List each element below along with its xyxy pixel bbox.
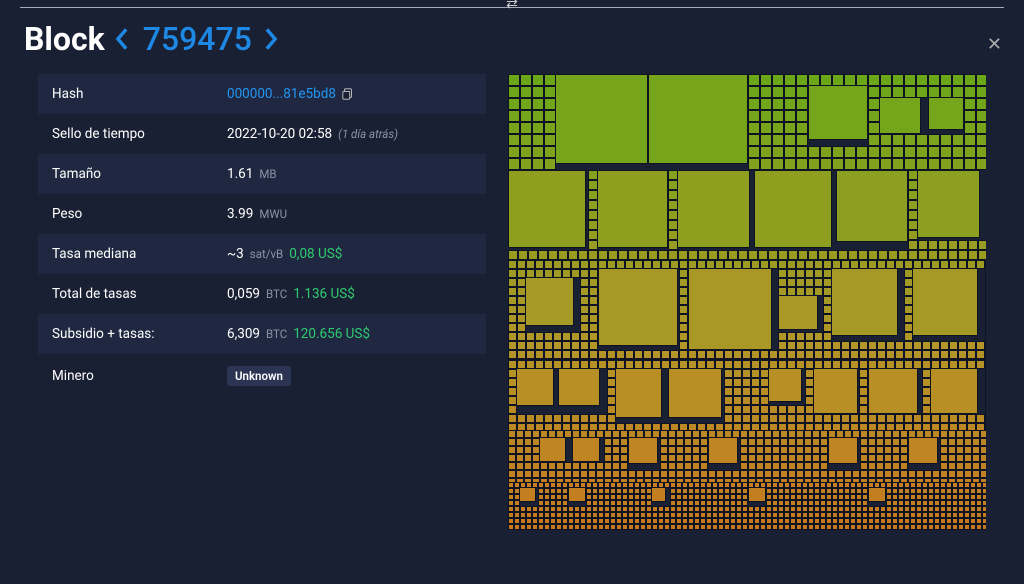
label-miner: Minero bbox=[52, 368, 227, 384]
row-total-fees: Total de tasas 0,059 BTC 1.136 US$ bbox=[38, 274, 486, 314]
row-size: Tamaño 1.61 MB bbox=[38, 154, 486, 194]
row-weight: Peso 3.99 MWU bbox=[38, 194, 486, 234]
label-total-fees: Total de tasas bbox=[52, 286, 227, 302]
row-timestamp: Sello de tiempo 2022-10-20 02:58 (1 día … bbox=[38, 114, 486, 154]
row-miner: Minero Unknown bbox=[38, 354, 486, 398]
total-fees-unit: BTC bbox=[266, 287, 287, 301]
timestamp-value: 2022-10-20 02:58 bbox=[227, 126, 332, 142]
title-prefix: Block bbox=[24, 20, 105, 58]
label-median-fee: Tasa mediana bbox=[52, 246, 227, 262]
top-bar: ⇄ bbox=[20, 0, 1004, 8]
label-weight: Peso bbox=[52, 206, 227, 222]
details-panel: Hash 000000...81e5bd8 Sello de tiempo 20… bbox=[38, 74, 486, 530]
subsidy-unit: BTC bbox=[266, 327, 287, 341]
timestamp-note: (1 día atrás) bbox=[338, 127, 398, 141]
label-timestamp: Sello de tiempo bbox=[52, 126, 227, 142]
miner-badge[interactable]: Unknown bbox=[227, 366, 291, 386]
close-button[interactable]: ✕ bbox=[987, 34, 1002, 55]
row-median-fee: Tasa mediana ~3 sat/vB 0,08 US$ bbox=[38, 234, 486, 274]
row-hash: Hash 000000...81e5bd8 bbox=[38, 74, 486, 114]
label-subsidy: Subsidio + tasas: bbox=[52, 326, 227, 342]
hash-link[interactable]: 000000...81e5bd8 bbox=[227, 86, 336, 102]
total-fees-value: 0,059 bbox=[227, 286, 260, 302]
block-treemap[interactable] bbox=[508, 74, 986, 530]
label-hash: Hash bbox=[52, 86, 227, 102]
weight-unit: MWU bbox=[259, 207, 287, 221]
next-block-button[interactable] bbox=[264, 28, 280, 50]
size-value: 1.61 bbox=[227, 166, 253, 182]
copy-hash-icon[interactable] bbox=[342, 88, 354, 100]
page-title: Block 759475 bbox=[24, 20, 280, 58]
size-unit: MB bbox=[259, 167, 276, 181]
median-fee-unit: sat/vB bbox=[250, 247, 283, 261]
weight-value: 3.99 bbox=[227, 206, 253, 222]
label-size: Tamaño bbox=[52, 166, 227, 182]
block-header: Block 759475 ✕ bbox=[0, 8, 1024, 64]
prev-block-button[interactable] bbox=[115, 28, 131, 50]
row-subsidy: Subsidio + tasas: 6,309 BTC 120.656 US$ bbox=[38, 314, 486, 354]
content: Hash 000000...81e5bd8 Sello de tiempo 20… bbox=[0, 64, 1024, 550]
median-fee-fiat: 0,08 US$ bbox=[289, 246, 342, 262]
subsidy-fiat: 120.656 US$ bbox=[293, 326, 370, 342]
subsidy-value: 6,309 bbox=[227, 326, 260, 342]
median-fee-value: ~3 bbox=[227, 246, 244, 262]
total-fees-fiat: 1.136 US$ bbox=[293, 286, 355, 302]
block-number-link[interactable]: 759475 bbox=[143, 20, 252, 58]
